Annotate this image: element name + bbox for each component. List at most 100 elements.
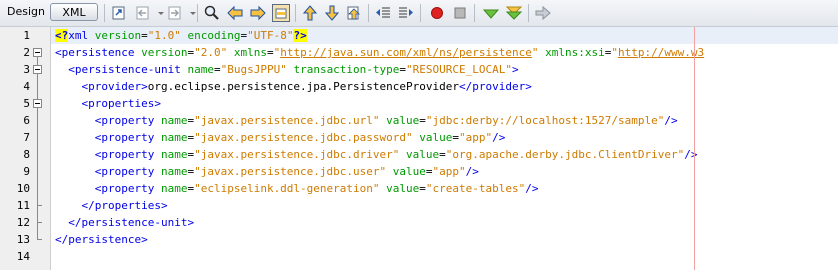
toggle-bookmark-icon[interactable] xyxy=(345,4,363,22)
validate-xml-icon[interactable] xyxy=(505,4,523,22)
line-number: 5 xyxy=(23,97,30,110)
code-token: value xyxy=(379,182,420,195)
start-macro-icon[interactable] xyxy=(428,4,446,22)
code-token: = xyxy=(266,46,274,59)
toolbar-separator xyxy=(528,4,529,22)
line-number: 2 xyxy=(23,46,30,59)
fold-toggle-persistence-unit[interactable] xyxy=(33,65,42,74)
code-token: <persistence-unit xyxy=(55,63,181,76)
code-token: <property xyxy=(55,114,155,127)
code-token: name xyxy=(154,165,188,178)
code-token: "org.apache.derby.jdbc.ClientDriver" xyxy=(445,148,685,161)
right-margin-guide xyxy=(694,27,695,270)
code-line: </persistence> xyxy=(51,231,838,248)
code-token: value xyxy=(412,131,453,144)
line-number: 8 xyxy=(23,148,30,161)
fold-end-marker xyxy=(37,239,42,240)
check-xml-icon[interactable] xyxy=(482,4,500,22)
code-line-text: <property name = "eclipselink.ddl-generati… xyxy=(55,180,539,197)
code-line: <property name="javax.persistence.jdbc.p… xyxy=(51,129,838,146)
code-token: /> xyxy=(664,114,678,127)
code-line-text: <property name="javax.persistence.jdbc.p… xyxy=(55,129,506,146)
code-line-text: <persistence version="2.0" xmlns="http:/… xyxy=(55,44,704,61)
code-token: "javax.persistence.jdbc.driver" xyxy=(194,148,400,161)
code-line-text: <property name = "javax.persistence.jdbc.d… xyxy=(55,146,698,163)
back-icon[interactable] xyxy=(134,4,152,22)
code-line-text: <property name = "javax.persistence.jdbc.u… xyxy=(55,163,479,180)
previous-bookmark-icon[interactable] xyxy=(301,4,319,22)
code-line-text: </persistence-unit> xyxy=(55,214,194,231)
code-token: " xyxy=(531,46,539,59)
back-dropdown-icon[interactable] xyxy=(152,4,164,22)
line-number: 10 xyxy=(16,182,30,195)
code-token: = xyxy=(439,148,446,161)
code-token: transaction-type xyxy=(286,63,400,76)
code-line: <persistence-unit name="BugsJPPU" transa… xyxy=(51,61,838,78)
code-token: "RESOURCE_LOCAL" xyxy=(406,63,513,76)
code-line: <property name = "javax.persistence.jdbc.u… xyxy=(51,112,838,129)
line-number: 7 xyxy=(23,131,30,144)
code-token: </provider> xyxy=(458,80,532,93)
fold-guide xyxy=(37,108,38,206)
stop-macro-icon[interactable] xyxy=(451,4,469,22)
fold-toggle-persistence[interactable] xyxy=(33,48,42,57)
line-number: 11 xyxy=(16,199,30,212)
code-token: "2.0" xyxy=(194,46,228,59)
find-icon[interactable] xyxy=(203,4,221,22)
code-token: = xyxy=(419,114,426,127)
xml-tab[interactable]: XML xyxy=(50,3,98,21)
code-token: org.eclipse.persistence.jpa.PersistenceP… xyxy=(147,80,459,93)
code-token: xmlns:xsi xyxy=(538,46,605,59)
code-line-text: </properties> xyxy=(55,197,167,214)
code-token: "app" xyxy=(459,131,493,144)
line-number: 4 xyxy=(23,80,30,93)
line-number: 14 xyxy=(16,250,30,263)
find-previous-icon[interactable] xyxy=(226,4,244,22)
code-token: version xyxy=(134,46,188,59)
code-token: "javax.persistence.jdbc.url" xyxy=(194,114,380,127)
code-token: encoding xyxy=(180,29,241,42)
code-editor[interactable]: <?xml version="1.0" encoding="UTF-8"?> <… xyxy=(51,27,838,270)
code-line-text: <persistence-unit name="BugsJPPU" transa… xyxy=(55,61,519,78)
code-token: </persistence-unit> xyxy=(55,216,195,229)
code-token: /> xyxy=(465,165,479,178)
code-token: "javax.persistence.jdbc.user" xyxy=(194,165,387,178)
code-token: /> xyxy=(492,131,506,144)
forward-dropdown-icon[interactable] xyxy=(184,4,196,22)
forward-icon[interactable] xyxy=(166,4,184,22)
code-token: xml xyxy=(68,29,89,42)
code-token: "BugsJPPU" xyxy=(220,63,287,76)
code-line-text: <property name = "javax.persistence.jdbc.u… xyxy=(55,112,678,129)
go-to-source-icon[interactable] xyxy=(110,4,128,22)
shift-left-icon[interactable] xyxy=(374,4,392,22)
code-token: </persistence> xyxy=(55,233,148,246)
line-number: 6 xyxy=(23,114,30,127)
code-token: = xyxy=(213,63,221,76)
code-token: name xyxy=(154,114,188,127)
code-token: <properties> xyxy=(55,97,161,110)
code-line: <property name = "eclipselink.ddl-generati… xyxy=(51,180,838,197)
toggle-highlight-icon[interactable] xyxy=(272,4,290,22)
code-line: <property name = "javax.persistence.jdbc.u… xyxy=(51,163,838,180)
design-tab[interactable]: Design xyxy=(4,3,48,21)
code-token: = xyxy=(425,165,433,178)
code-token: /> xyxy=(525,182,539,195)
code-token: http://www.w3 xyxy=(618,46,705,59)
find-next-icon[interactable] xyxy=(249,4,267,22)
toolbar-separator xyxy=(420,4,421,22)
code-token: value xyxy=(379,114,420,127)
code-line-text: <properties> xyxy=(55,95,161,112)
code-token: /> xyxy=(684,148,698,161)
shift-right-icon[interactable] xyxy=(397,4,415,22)
next-bookmark-icon[interactable] xyxy=(323,4,341,22)
editor-toolbar: Design XML xyxy=(0,0,838,27)
xsl-transform-icon[interactable] xyxy=(534,4,552,22)
fold-toggle-properties[interactable] xyxy=(33,99,42,108)
code-token: <provider> xyxy=(55,80,148,93)
code-token: > xyxy=(512,63,519,76)
code-token: "create-tables" xyxy=(425,182,526,195)
code-token: name xyxy=(154,182,188,195)
code-token: name xyxy=(180,63,214,76)
code-token: <property xyxy=(55,182,155,195)
code-token: xmlns xyxy=(227,46,267,59)
